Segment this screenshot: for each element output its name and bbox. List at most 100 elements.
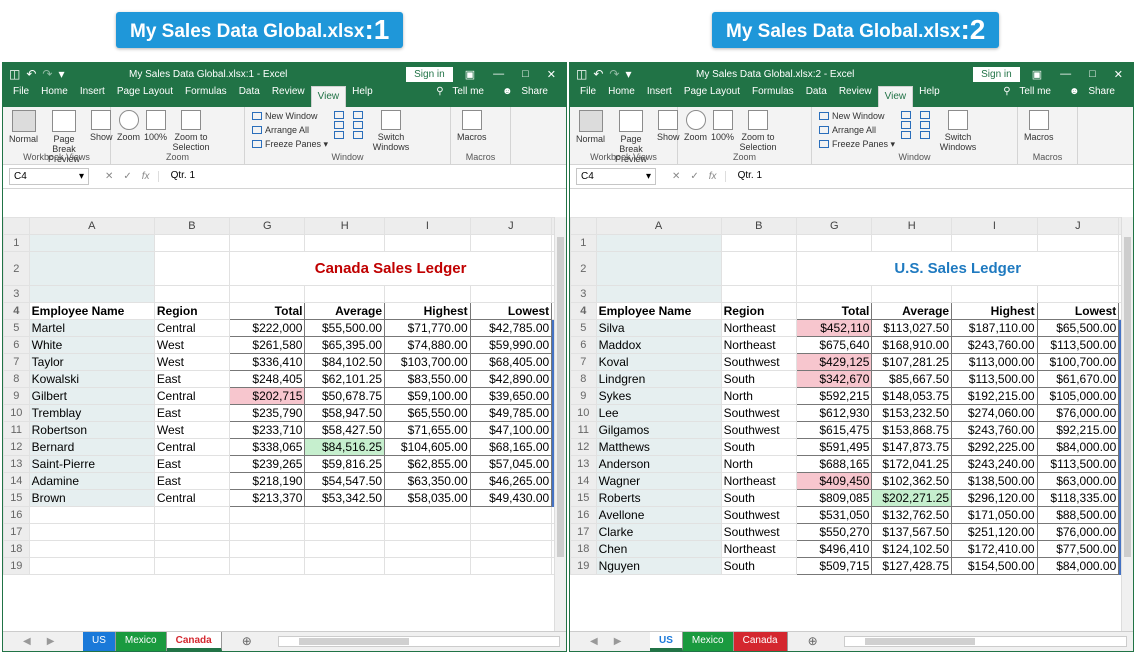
row-header[interactable]: 4 <box>570 302 597 320</box>
average-cell[interactable]: $50,678.75 <box>304 387 386 405</box>
row-header[interactable]: 1 <box>570 234 597 252</box>
split-icon[interactable] <box>901 111 912 119</box>
cell[interactable] <box>384 557 471 575</box>
total-cell[interactable]: $675,640 <box>796 336 873 354</box>
lowest-cell[interactable]: $113,500.00 <box>1036 336 1120 354</box>
lowest-cell[interactable]: $113,500.00 <box>1036 455 1120 473</box>
cell[interactable] <box>720 285 798 303</box>
employee-name-cell[interactable]: Kowalski <box>28 370 155 388</box>
cell[interactable] <box>229 506 306 524</box>
highest-cell[interactable]: $103,700.00 <box>384 353 471 371</box>
lowest-cell[interactable]: $84,000.00 <box>1036 438 1120 456</box>
lowest-cell[interactable]: $57,045.00 <box>469 455 553 473</box>
column-title-cell[interactable]: Average <box>871 302 953 320</box>
average-cell[interactable]: $148,053.75 <box>871 387 953 405</box>
average-cell[interactable]: $59,816.25 <box>304 455 386 473</box>
tab-page-layout[interactable]: Page Layout <box>678 86 746 107</box>
new-window-button[interactable]: New Window <box>252 110 328 122</box>
total-cell[interactable]: $429,125 <box>796 353 873 371</box>
reset-position-icon[interactable] <box>920 131 931 139</box>
cell[interactable] <box>469 557 553 575</box>
vertical-scrollbar[interactable] <box>554 217 566 631</box>
column-header[interactable]: A <box>28 217 155 235</box>
row-header[interactable]: 19 <box>3 557 30 575</box>
employee-name-cell[interactable]: Gilbert <box>28 387 155 405</box>
column-title-cell[interactable]: Region <box>153 302 231 320</box>
lowest-cell[interactable]: $68,405.00 <box>469 353 553 371</box>
employee-name-cell[interactable]: Martel <box>28 319 155 337</box>
cell[interactable] <box>951 285 1038 303</box>
add-sheet-button[interactable]: ⊕ <box>222 632 272 651</box>
lowest-cell[interactable]: $84,000.00 <box>1036 557 1120 575</box>
column-title-cell[interactable]: Total <box>796 302 873 320</box>
highest-cell[interactable]: $113,000.00 <box>951 353 1038 371</box>
normal-view-button[interactable]: Normal <box>576 110 605 144</box>
cell[interactable] <box>304 506 386 524</box>
row-header[interactable]: 17 <box>570 523 597 541</box>
total-cell[interactable]: $239,265 <box>229 455 306 473</box>
formula-input[interactable]: Qtr. 1 <box>167 168 566 185</box>
average-cell[interactable]: $153,232.50 <box>871 404 953 422</box>
zoom-to-selection-button[interactable]: Zoom to Selection <box>171 110 211 152</box>
total-cell[interactable]: $222,000 <box>229 319 306 337</box>
cell[interactable] <box>229 234 306 252</box>
employee-name-cell[interactable]: Adamine <box>28 472 155 490</box>
average-cell[interactable]: $58,427.50 <box>304 421 386 439</box>
average-cell[interactable]: $107,281.25 <box>871 353 953 371</box>
arrange-all-button[interactable]: Arrange All <box>252 124 328 136</box>
column-header[interactable]: J <box>1036 217 1120 235</box>
region-cell[interactable]: West <box>153 353 231 371</box>
insert-function-icon[interactable]: fx <box>709 171 717 182</box>
lowest-cell[interactable]: $46,265.00 <box>469 472 553 490</box>
employee-name-cell[interactable]: Brown <box>28 489 155 507</box>
average-cell[interactable]: $113,027.50 <box>871 319 953 337</box>
ribbon-display-icon[interactable]: ▣ <box>465 68 475 81</box>
employee-name-cell[interactable]: Robertson <box>28 421 155 439</box>
cell[interactable] <box>469 285 553 303</box>
cell[interactable] <box>469 234 553 252</box>
zoom-100-button[interactable]: 100% <box>144 110 167 142</box>
region-cell[interactable]: South <box>720 438 798 456</box>
reset-position-icon[interactable] <box>353 131 364 139</box>
cell[interactable] <box>871 285 953 303</box>
region-cell[interactable]: Southwest <box>720 421 798 439</box>
total-cell[interactable]: $409,450 <box>796 472 873 490</box>
insert-function-icon[interactable]: fx <box>142 171 150 182</box>
row-header[interactable]: 1 <box>3 234 30 252</box>
tab-formulas[interactable]: Formulas <box>746 86 800 107</box>
total-cell[interactable]: $612,930 <box>796 404 873 422</box>
highest-cell[interactable]: $62,855.00 <box>384 455 471 473</box>
total-cell[interactable]: $591,495 <box>796 438 873 456</box>
row-header[interactable]: 5 <box>570 319 597 337</box>
tab-insert[interactable]: Insert <box>74 86 111 107</box>
name-box[interactable]: C4 ▾ <box>576 168 656 185</box>
row-header[interactable]: 7 <box>3 353 30 371</box>
tab-formulas[interactable]: Formulas <box>179 86 233 107</box>
row-header[interactable]: 14 <box>570 472 597 490</box>
total-cell[interactable]: $235,790 <box>229 404 306 422</box>
sheet-tab-mexico[interactable]: Mexico <box>682 632 734 651</box>
lowest-cell[interactable]: $63,000.00 <box>1036 472 1120 490</box>
row-header[interactable]: 9 <box>3 387 30 405</box>
cell[interactable] <box>1036 234 1120 252</box>
highest-cell[interactable]: $71,770.00 <box>384 319 471 337</box>
name-box[interactable]: C4 ▾ <box>9 168 89 185</box>
average-cell[interactable]: $85,667.50 <box>871 370 953 388</box>
average-cell[interactable]: $84,516.25 <box>304 438 386 456</box>
region-cell[interactable]: North <box>720 387 798 405</box>
region-cell[interactable]: Central <box>153 319 231 337</box>
cell[interactable] <box>384 285 471 303</box>
sheet-tab-us[interactable]: US <box>650 632 683 651</box>
column-header[interactable]: H <box>871 217 953 235</box>
column-title-cell[interactable]: Lowest <box>469 302 553 320</box>
highest-cell[interactable]: $243,760.00 <box>951 421 1038 439</box>
total-cell[interactable]: $336,410 <box>229 353 306 371</box>
highest-cell[interactable]: $65,550.00 <box>384 404 471 422</box>
row-header[interactable]: 10 <box>3 404 30 422</box>
cell[interactable] <box>153 251 231 286</box>
column-header[interactable]: B <box>153 217 231 235</box>
maximize-icon[interactable]: □ <box>1089 68 1096 81</box>
lowest-cell[interactable]: $42,785.00 <box>469 319 553 337</box>
row-header[interactable]: 11 <box>570 421 597 439</box>
average-cell[interactable]: $58,947.50 <box>304 404 386 422</box>
